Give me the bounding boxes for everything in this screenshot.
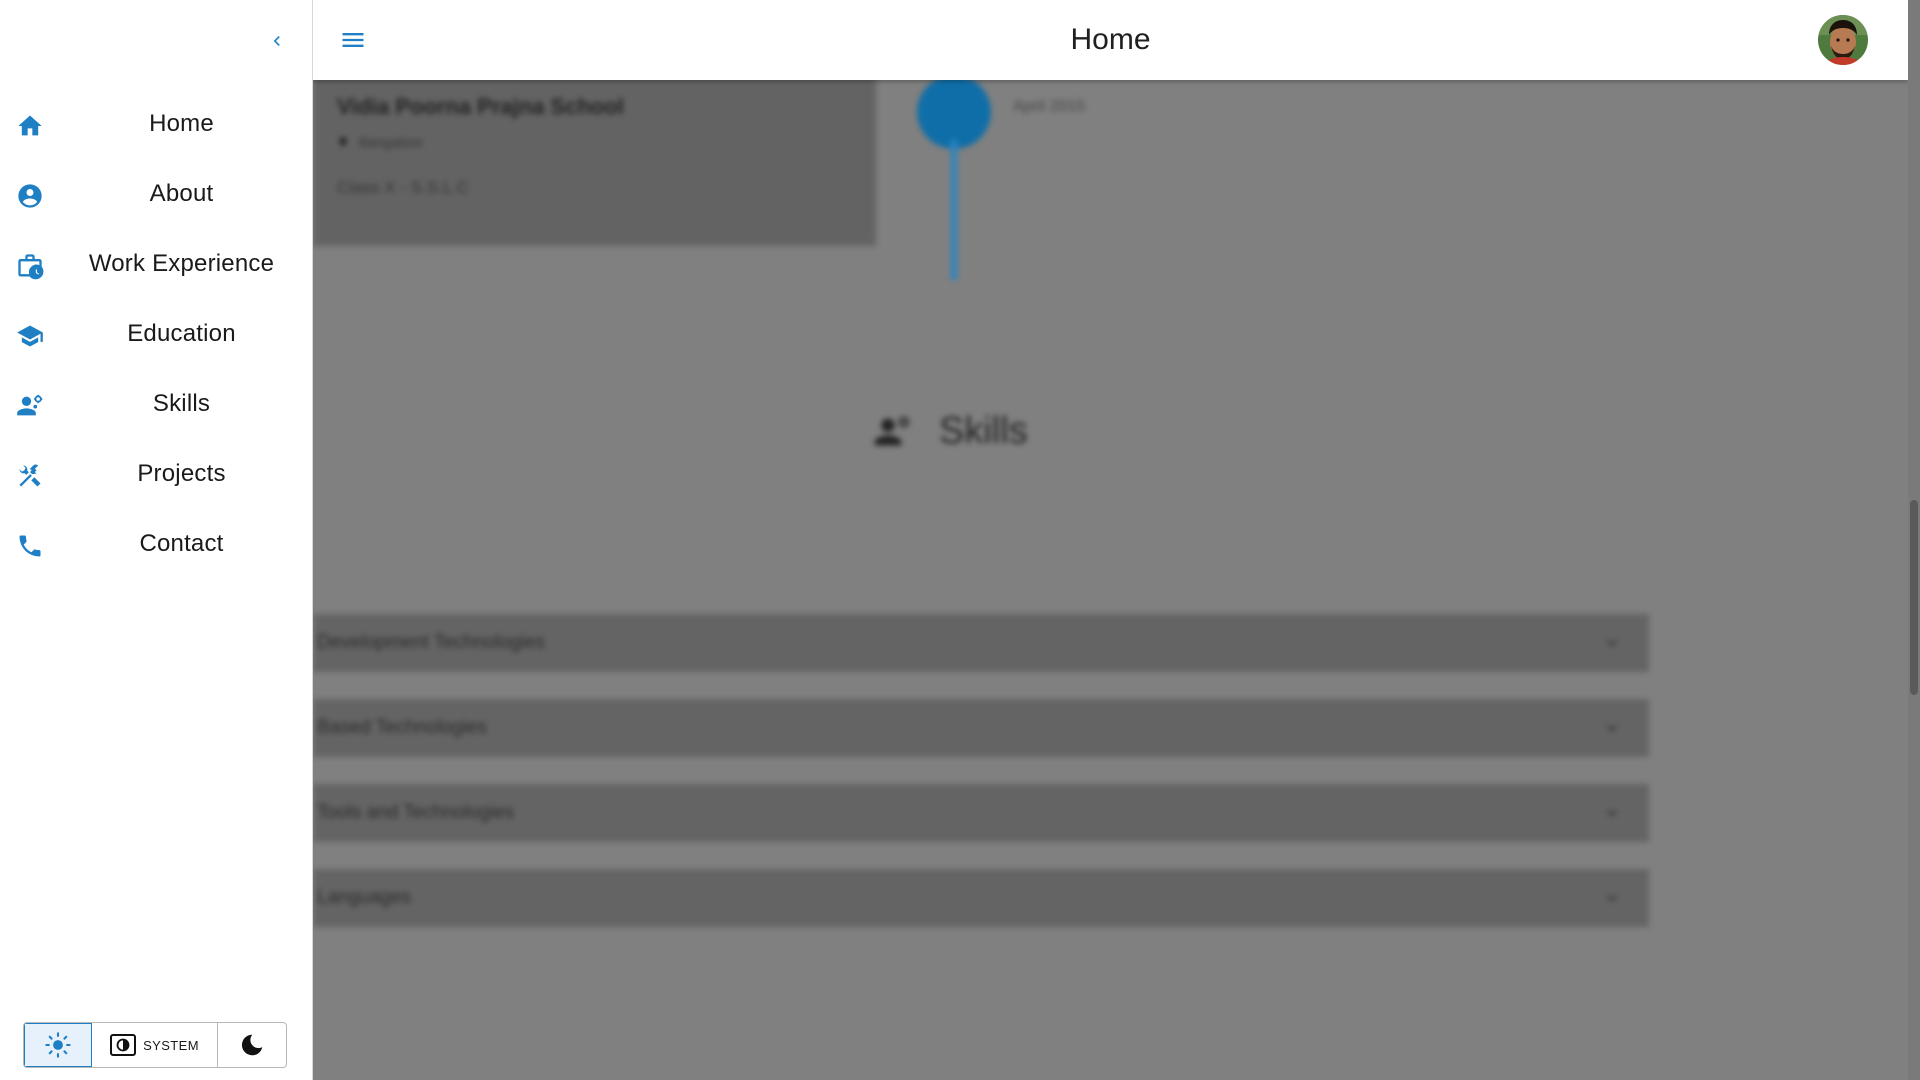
sidebar-item-education[interactable]: Education bbox=[0, 299, 313, 369]
chevron-down-icon bbox=[1606, 809, 1618, 817]
education-date: April 2015 bbox=[1013, 98, 1086, 115]
sidebar-item-home[interactable]: Home bbox=[0, 89, 313, 159]
timeline-connector bbox=[951, 140, 957, 280]
education-location-text: Bangalore bbox=[359, 134, 423, 150]
location-pin-icon bbox=[339, 137, 347, 147]
theme-toggle-group: SYSTEM bbox=[23, 1022, 287, 1068]
system-theme-label: SYSTEM bbox=[143, 1037, 199, 1053]
sidebar-item-skills[interactable]: Skills bbox=[0, 369, 313, 439]
page-scrollbar[interactable] bbox=[1908, 0, 1920, 1080]
sidebar-item-label: Education bbox=[127, 320, 236, 347]
chevron-down-icon bbox=[1606, 724, 1618, 732]
page-title: Home bbox=[1070, 23, 1151, 56]
navigation-drawer: Home About Work Experience Education Ski… bbox=[0, 0, 313, 1080]
chevron-down-icon bbox=[1606, 639, 1618, 647]
sidebar-item-label: About bbox=[149, 180, 214, 207]
scrollbar-thumb[interactable] bbox=[1910, 500, 1918, 695]
account-circle-icon bbox=[15, 181, 45, 211]
skills-icon bbox=[15, 391, 45, 421]
education-card: Vidia Poorna Prajna School Bangalore Cla… bbox=[313, 80, 876, 246]
sidebar-item-projects[interactable]: Projects bbox=[0, 439, 313, 509]
tools-icon bbox=[15, 461, 45, 491]
education-class: Class X - S.S.L.C bbox=[337, 178, 470, 197]
sidebar-nav: Home About Work Experience Education Ski… bbox=[0, 89, 313, 579]
chevron-left-icon bbox=[273, 36, 280, 46]
sidebar-item-label: Contact bbox=[139, 530, 224, 557]
skill-accordion[interactable]: Development Technologies bbox=[313, 614, 1649, 672]
skills-icon bbox=[874, 416, 910, 445]
sidebar-item-contact[interactable]: Contact bbox=[0, 509, 313, 579]
sidebar-item-label: Work Experience bbox=[88, 250, 275, 277]
main-content: Vidia Poorna Prajna School Bangalore Cla… bbox=[313, 80, 1908, 1080]
timeline-dot bbox=[917, 80, 991, 149]
app-bar: Home bbox=[313, 0, 1908, 80]
education-location: Bangalore bbox=[337, 134, 423, 150]
sidebar-item-label: Home bbox=[149, 110, 214, 137]
collapse-drawer-button[interactable] bbox=[262, 26, 292, 56]
sidebar-item-label: Skills bbox=[152, 390, 211, 417]
contrast-icon bbox=[110, 1034, 137, 1056]
work-history-icon bbox=[15, 251, 45, 281]
system-theme-button[interactable]: SYSTEM bbox=[92, 1023, 218, 1067]
skill-accordion[interactable]: Tools and Technologies bbox=[313, 784, 1649, 842]
home-icon bbox=[15, 111, 45, 141]
sidebar-item-about[interactable]: About bbox=[0, 159, 313, 229]
skills-heading-label: Skills bbox=[939, 410, 1028, 452]
chevron-down-icon bbox=[1606, 894, 1618, 902]
school-icon bbox=[15, 321, 45, 351]
skill-accordion-label: Development Technologies bbox=[317, 632, 545, 653]
skill-accordion[interactable]: Based Technologies bbox=[313, 699, 1649, 757]
skill-accordion-label: Tools and Technologies bbox=[317, 802, 515, 823]
skill-accordion-label: Based Technologies bbox=[317, 717, 487, 738]
education-school: Vidia Poorna Prajna School bbox=[337, 94, 624, 119]
phone-icon bbox=[15, 531, 45, 561]
skills-section-heading: Skills bbox=[873, 410, 1028, 453]
avatar[interactable] bbox=[1818, 15, 1868, 65]
sidebar-item-work-experience[interactable]: Work Experience bbox=[0, 229, 313, 299]
light-theme-button[interactable] bbox=[24, 1023, 93, 1067]
sun-icon bbox=[45, 1032, 71, 1058]
dark-theme-button[interactable] bbox=[218, 1023, 286, 1067]
sidebar-item-label: Projects bbox=[137, 460, 226, 487]
skill-accordion-label: Languages bbox=[317, 887, 412, 908]
moon-icon bbox=[241, 1034, 263, 1056]
skill-accordion[interactable]: Languages bbox=[313, 869, 1649, 927]
